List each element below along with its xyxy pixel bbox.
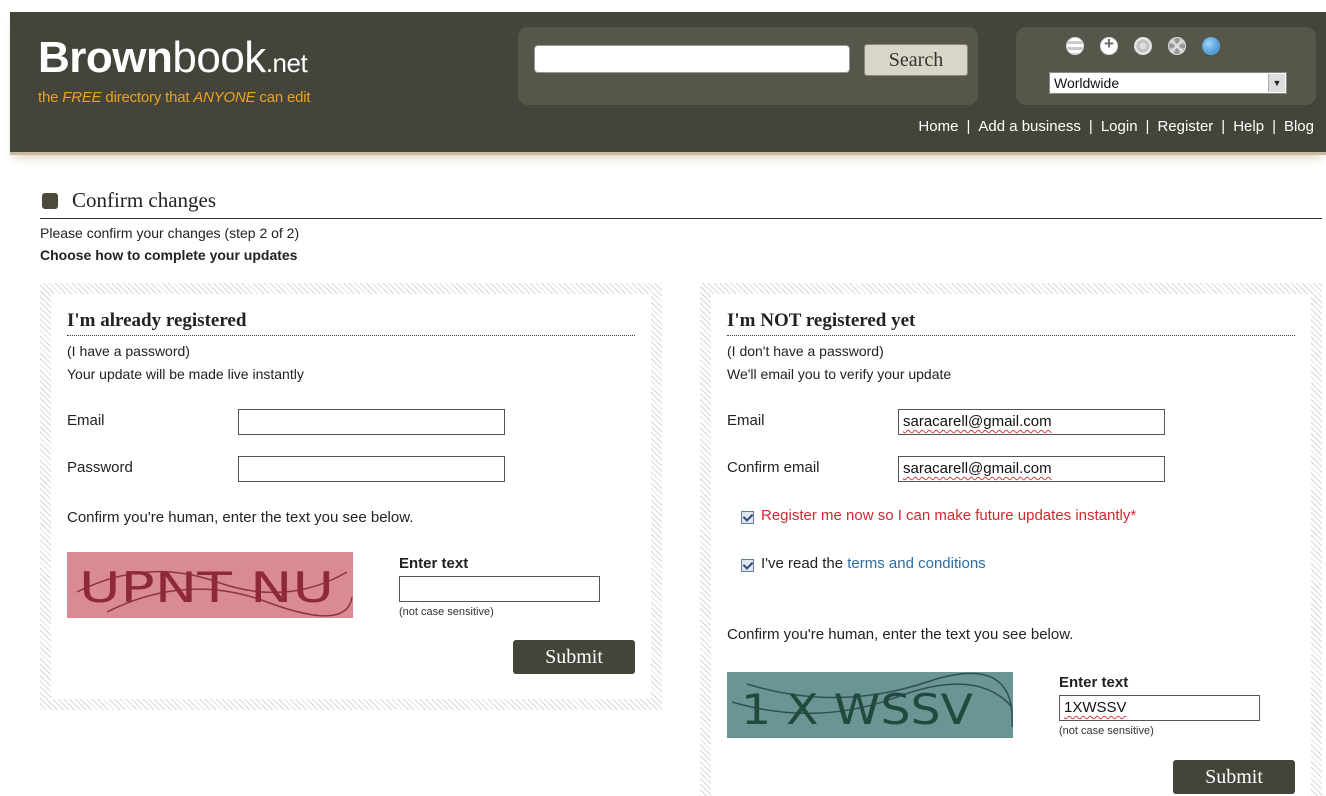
region-select-value: Worldwide <box>1054 75 1120 91</box>
registered-heading: I'm already registered <box>67 310 635 336</box>
not-registered-line2: We'll email you to verify your update <box>727 366 952 382</box>
logo-wordmark: Brownbook.net <box>38 36 310 85</box>
step-instruction: Please confirm your changes (step 2 of 2… <box>40 225 300 241</box>
not-registered-hint: (not case sensitive) <box>1059 725 1154 737</box>
chevron-down-icon[interactable]: ▼ <box>1268 74 1285 92</box>
captcha-image: 1 X WSSV <box>727 672 1013 738</box>
not-registered-panel-body: I'm NOT registered yet (I don't have a p… <box>711 294 1311 796</box>
registered-captcha-prompt: Confirm you're human, enter the text you… <box>67 509 414 526</box>
confirm-email-input[interactable]: saracarell@gmail.com <box>898 456 1165 482</box>
registered-password-input[interactable] <box>238 456 505 482</box>
uk-flag-icon[interactable] <box>1168 37 1186 55</box>
terms-prefix: I've read the <box>761 555 848 572</box>
not-registered-captcha-input[interactable]: 1XWSSV <box>1059 695 1260 721</box>
not-registered-submit-button[interactable]: Submit <box>1173 760 1295 794</box>
site-header: Brownbook.net the FREE directory that AN… <box>10 12 1326 155</box>
search-button[interactable]: Search <box>864 44 968 76</box>
top-nav: Home | Add a business | Login | Register | Help |… <box>918 118 1314 135</box>
page-title: Confirm changes <box>72 188 217 212</box>
nav-separator: | <box>1272 118 1276 135</box>
region-panel: Worldwide ▼ <box>1016 27 1316 105</box>
nav-blog[interactable]: Blog <box>1284 118 1314 135</box>
registered-hint: (not case sensitive) <box>399 606 494 618</box>
nav-separator: | <box>1088 118 1093 135</box>
tagline-part: directory that <box>101 89 194 106</box>
nav-login[interactable]: Login <box>1101 118 1138 135</box>
search-input[interactable] <box>534 45 850 73</box>
registered-captcha-input[interactable] <box>399 576 600 602</box>
registered-email-label: Email <box>67 412 105 429</box>
tagline-part: the <box>38 89 63 106</box>
register-now-label[interactable]: Register me now so I can make future upd… <box>761 507 1136 524</box>
not-registered-panel: I'm NOT registered yet (I don't have a p… <box>700 283 1322 796</box>
registered-enter-text-label: Enter text <box>399 555 469 572</box>
registered-panel-body: I'm already registered (I have a passwor… <box>51 294 651 699</box>
register-now-checkbox[interactable] <box>741 511 754 524</box>
terms-link[interactable]: terms and conditions <box>847 555 985 572</box>
instructions: Please confirm your changes (step 2 of 2… <box>40 225 299 263</box>
terms-label: I've read the terms and conditions <box>761 555 986 572</box>
registered-panel: I'm already registered (I have a passwor… <box>40 283 662 710</box>
captcha-image: UPNT NU <box>67 552 353 618</box>
nav-separator: | <box>1145 118 1150 135</box>
instruction-subheading: Choose how to complete your updates <box>40 247 298 263</box>
tagline-free: FREE <box>62 89 102 106</box>
not-registered-heading: I'm NOT registered yet <box>727 310 1295 336</box>
nav-home[interactable]: Home <box>918 118 958 135</box>
nav-help[interactable]: Help <box>1233 118 1264 135</box>
region-select[interactable]: Worldwide ▼ <box>1049 72 1287 94</box>
search-panel: Search <box>518 27 978 105</box>
nav-separator: | <box>966 118 971 135</box>
india-flag-icon[interactable] <box>1134 37 1152 55</box>
confirm-email-label: Confirm email <box>727 459 820 476</box>
registered-line1: (I have a password) <box>67 343 190 359</box>
logo-tld: .net <box>265 48 308 78</box>
registered-submit-button[interactable]: Submit <box>513 640 635 674</box>
logo-bold: Brown <box>38 33 173 82</box>
not-registered-email-input[interactable]: saracarell@gmail.com <box>898 409 1165 435</box>
not-registered-email-label: Email <box>727 412 765 429</box>
nav-register[interactable]: Register <box>1157 118 1213 135</box>
switzerland-flag-icon[interactable] <box>1100 34 1118 55</box>
us-flag-icon[interactable] <box>1066 37 1084 55</box>
captcha-image-graphic: 1 X WSSV <box>727 672 1013 738</box>
captcha-text: 1 X WSSV <box>741 685 973 734</box>
logo-tagline: the FREE directory that ANYONE can edit <box>38 89 311 106</box>
terms-checkbox[interactable] <box>741 559 754 572</box>
registered-password-label: Password <box>67 459 133 476</box>
not-registered-line1: (I don't have a password) <box>727 343 884 359</box>
not-registered-captcha-prompt: Confirm you're human, enter the text you… <box>727 626 1074 643</box>
nav-separator: | <box>1221 118 1226 135</box>
globe-icon[interactable] <box>1202 37 1220 55</box>
not-registered-enter-text-label: Enter text <box>1059 674 1129 691</box>
page-title-row: Confirm changes <box>40 186 1322 219</box>
logo-thin: book <box>172 33 266 82</box>
registered-line2: Your update will be made live instantly <box>67 366 304 382</box>
captcha-image-graphic: UPNT NU <box>67 552 353 618</box>
tagline-anyone: ANYONE <box>193 89 256 106</box>
registered-email-input[interactable] <box>238 409 505 435</box>
title-square-icon <box>42 193 58 209</box>
nav-add-business[interactable]: Add a business <box>978 118 1081 135</box>
tagline-part: can edit <box>255 89 311 106</box>
brownbook-logo[interactable]: Brownbook.net the FREE directory that AN… <box>38 36 311 107</box>
captcha-text: UPNT NU <box>79 563 334 612</box>
flag-bar <box>1066 34 1236 59</box>
